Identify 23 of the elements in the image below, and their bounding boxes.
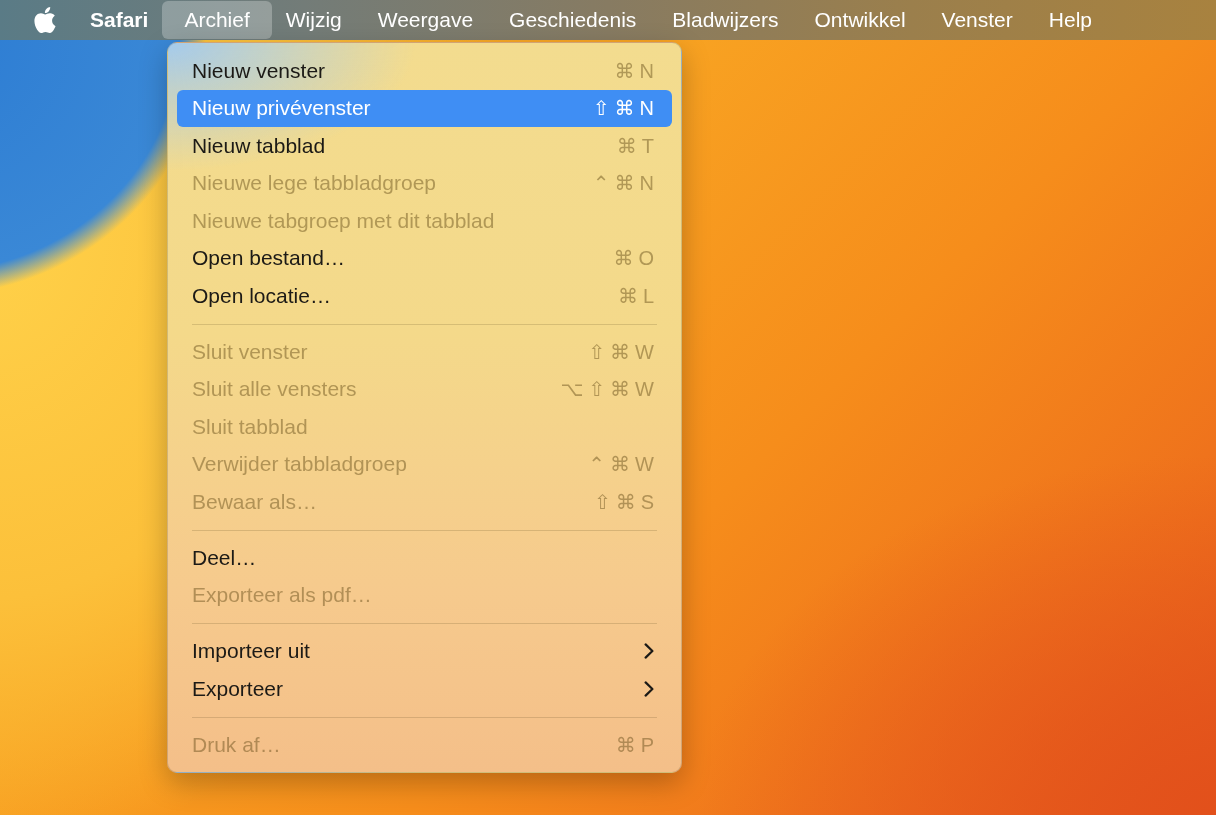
keyboard-shortcut: ⇧⌘S bbox=[592, 489, 659, 514]
menu-item[interactable]: Nieuw tabblad ⌘T bbox=[177, 127, 672, 165]
keyboard-shortcut: ⌃⌘W bbox=[587, 452, 659, 477]
chevron-right-icon bbox=[644, 680, 654, 697]
keyboard-shortcut: ⇧⌘N bbox=[591, 96, 659, 121]
keyboard-shortcut: ⌘N bbox=[613, 58, 659, 83]
keyboard-shortcut: ⌥⇧⌘W bbox=[559, 377, 659, 402]
menu-item[interactable]: Open bestand… ⌘O bbox=[177, 239, 672, 277]
apple-icon[interactable] bbox=[34, 7, 56, 33]
keyboard-shortcut: ⌘L bbox=[616, 283, 659, 308]
menu-item[interactable]: Open locatie… ⌘L bbox=[177, 277, 672, 315]
menu-item[interactable]: Exporteer bbox=[177, 670, 672, 708]
menu-item[interactable]: Nieuw venster ⌘N bbox=[177, 52, 672, 90]
keyboard-shortcut: ⌘P bbox=[614, 732, 659, 757]
menu-item[interactable]: Nieuw privévenster ⇧⌘N bbox=[177, 89, 672, 127]
keyboard-shortcut: ⌘O bbox=[612, 246, 659, 271]
menu-item[interactable]: Deel… bbox=[177, 539, 672, 577]
keyboard-shortcut: ⌃⌘N bbox=[591, 171, 659, 196]
keyboard-shortcut: ⇧⌘W bbox=[587, 339, 659, 364]
keyboard-shortcut: ⌘T bbox=[615, 133, 659, 158]
menu-bar-item[interactable]: Archief bbox=[162, 1, 272, 39]
menu-item[interactable]: Importeer uit bbox=[177, 632, 672, 670]
chevron-right-icon bbox=[644, 643, 654, 660]
